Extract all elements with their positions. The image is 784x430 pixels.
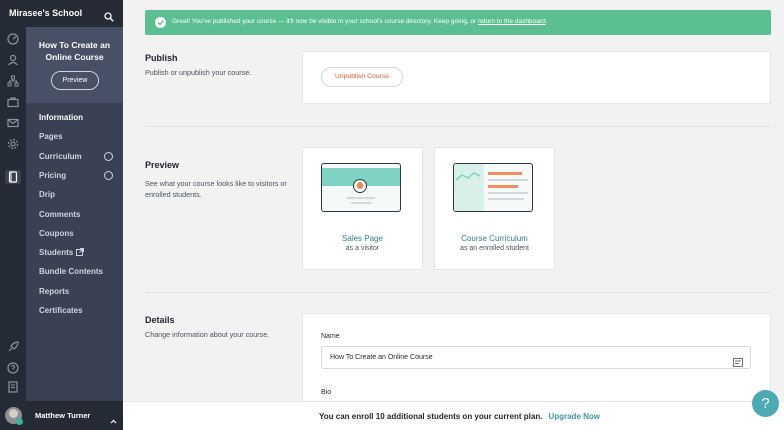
nav-students-label: Students bbox=[39, 248, 74, 257]
sales-page-link[interactable]: Sales Page bbox=[302, 234, 423, 243]
nav-students[interactable]: Students bbox=[39, 248, 85, 257]
card-icon bbox=[733, 354, 743, 367]
nav-bundle-contents[interactable]: Bundle Contents bbox=[39, 267, 103, 276]
preview-title: Preview bbox=[145, 160, 180, 170]
nav-certificates[interactable]: Certificates bbox=[39, 306, 83, 315]
nav-drip[interactable]: Drip bbox=[39, 190, 55, 199]
publish-desc: Publish or unpublish your course. bbox=[145, 68, 252, 77]
curriculum-status-icon bbox=[104, 152, 113, 161]
divider bbox=[145, 126, 771, 127]
curriculum-sub: as an enrolled student bbox=[460, 245, 529, 252]
sales-page-thumbnail bbox=[321, 163, 401, 212]
upgrade-link[interactable]: Upgrade Now bbox=[548, 412, 600, 421]
mail-icon[interactable] bbox=[7, 117, 19, 129]
document-icon[interactable] bbox=[7, 381, 19, 393]
users-icon[interactable] bbox=[7, 54, 19, 66]
nav-curriculum[interactable]: Curriculum bbox=[39, 152, 82, 161]
sales-page-sub: as a visitor bbox=[345, 245, 380, 252]
gear-icon[interactable] bbox=[7, 138, 19, 150]
rocket-icon[interactable] bbox=[7, 341, 19, 353]
course-header: How To Create an Online Course Preview bbox=[26, 27, 123, 103]
nav-information[interactable]: Information bbox=[39, 113, 83, 122]
publish-title: Publish bbox=[145, 53, 178, 63]
preview-desc: See what your course looks like to visit… bbox=[145, 179, 287, 199]
briefcase-icon[interactable] bbox=[7, 96, 19, 108]
details-desc: Change information about your course. bbox=[145, 330, 270, 339]
unpublish-button[interactable]: Unpublish Course bbox=[321, 67, 403, 87]
return-dashboard-link[interactable]: return to the dashboard bbox=[478, 18, 546, 25]
nav-comments[interactable]: Comments bbox=[39, 210, 80, 219]
external-link-icon bbox=[76, 248, 85, 256]
sitemap-icon[interactable] bbox=[7, 75, 19, 87]
enroll-message: You can enroll 10 additional students on… bbox=[319, 412, 600, 421]
check-circle-icon bbox=[155, 17, 166, 28]
help-circle-icon[interactable] bbox=[7, 362, 19, 374]
dashboard-icon[interactable] bbox=[7, 33, 19, 45]
course-icon[interactable] bbox=[5, 170, 21, 184]
nav-pages[interactable]: Pages bbox=[39, 132, 63, 141]
enroll-bar: You can enroll 10 additional students on… bbox=[123, 401, 784, 430]
details-title: Details bbox=[145, 315, 175, 325]
help-button[interactable]: ? bbox=[752, 390, 779, 417]
nav-reports[interactable]: Reports bbox=[39, 287, 69, 296]
school-header: Mirasee's School bbox=[0, 0, 123, 27]
user-name: Matthew Turner bbox=[35, 411, 91, 420]
icon-rail bbox=[0, 0, 26, 430]
search-icon[interactable] bbox=[104, 9, 114, 22]
divider bbox=[145, 292, 771, 293]
nav-pricing[interactable]: Pricing bbox=[39, 171, 66, 180]
name-label: Name bbox=[321, 333, 340, 340]
pricing-status-icon bbox=[104, 171, 113, 180]
notification-badge bbox=[16, 418, 23, 425]
user-menu[interactable]: Matthew Turner bbox=[0, 401, 123, 430]
curriculum-link[interactable]: Course Curriculum bbox=[434, 234, 555, 243]
name-field[interactable]: How To Create an Online Course bbox=[321, 346, 751, 369]
course-nav: Information Pages Curriculum Pricing Dri… bbox=[26, 103, 123, 401]
course-title: How To Create an Online Course bbox=[38, 40, 111, 62]
curriculum-thumbnail bbox=[453, 163, 533, 212]
nav-coupons[interactable]: Coupons bbox=[39, 229, 74, 238]
chevron-up-icon[interactable] bbox=[110, 412, 117, 424]
success-banner: Great! You've published your course — it… bbox=[145, 10, 771, 35]
name-field-value: How To Create an Online Course bbox=[330, 354, 433, 361]
school-name[interactable]: Mirasee's School bbox=[9, 8, 82, 18]
bio-label: Bio bbox=[321, 389, 332, 396]
banner-message: Great! You've published your course — it… bbox=[172, 18, 548, 25]
preview-button[interactable]: Preview bbox=[51, 71, 99, 90]
